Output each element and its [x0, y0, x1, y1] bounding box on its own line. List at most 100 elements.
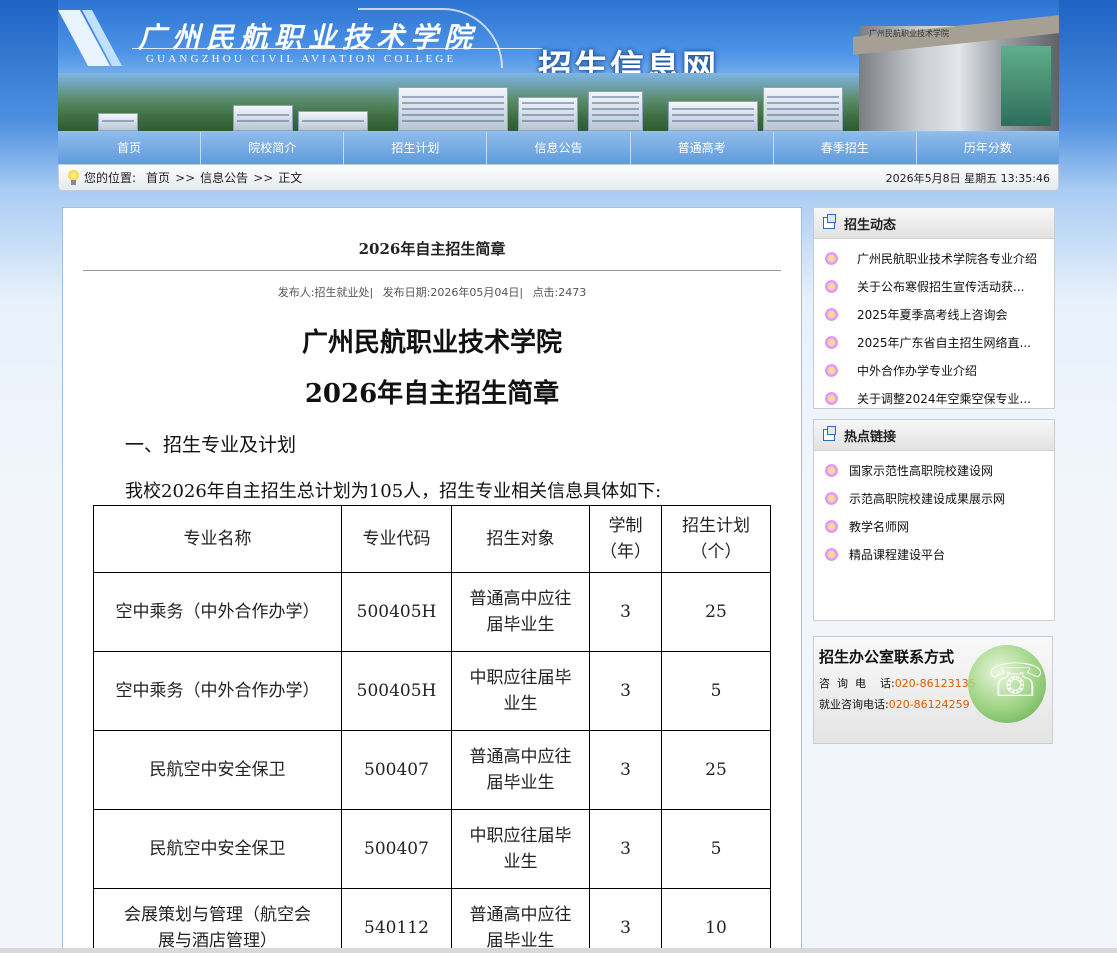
- news-link[interactable]: 关于调整2024年空乘空保专业...: [857, 390, 1031, 407]
- table-header-row: 专业名称 专业代码 招生对象 学制（年） 招生计划（个）: [93, 505, 771, 573]
- breadcrumb-current: 正文: [278, 171, 303, 185]
- flower-bullet-icon: [824, 335, 839, 350]
- flower-bullet-icon: [824, 251, 839, 266]
- table-header: 学制（年）: [589, 505, 662, 573]
- document-subheading: 2026年自主招生简章: [304, 379, 560, 409]
- news-panel: 招生动态 广州民航职业技术学院各专业介绍 关于公布寒假招生宣传活动获... 20…: [813, 207, 1055, 409]
- news-link[interactable]: 2025年夏季高考线上咨询会: [857, 306, 1008, 323]
- main-nav: 首页 院校简介 招生计划 信息公告 普通高考 春季招生 历年分数: [58, 131, 1059, 164]
- table-cell: 民航空中安全保卫: [93, 809, 342, 889]
- hot-link[interactable]: 示范高职院校建设成果展示网: [849, 490, 1005, 507]
- nav-home[interactable]: 首页: [58, 132, 202, 164]
- hot-links-panel: 热点链接 国家示范性高职院校建设网 示范高职院校建设成果展示网 教学名师网 精品…: [813, 419, 1055, 621]
- flower-bullet-icon: [824, 307, 839, 322]
- window-icon: [823, 214, 836, 229]
- table-cell: 民航空中安全保卫: [93, 730, 342, 810]
- current-datetime: 2026年5月8日 星期五 13:35:46: [885, 171, 1050, 185]
- list-item: 教学名师网: [824, 512, 1054, 540]
- breadcrumb-separator: >>: [175, 170, 196, 185]
- news-link[interactable]: 中外合作办学专业介绍: [857, 362, 977, 379]
- article-publisher: 发布人:招生就业处|: [277, 286, 374, 299]
- contact-phone-number: 020-86123135: [894, 677, 976, 690]
- table-cell: 中职应往届毕业生: [451, 809, 590, 889]
- table-cell: 空中乘务（中外合作办学）: [93, 651, 342, 731]
- news-panel-header: 招生动态: [814, 208, 1054, 239]
- hot-links-header: 热点链接: [814, 420, 1054, 451]
- flower-bullet-icon: [824, 491, 839, 506]
- news-link[interactable]: 广州民航职业技术学院各专业介绍: [857, 250, 1037, 267]
- window-icon: [823, 426, 836, 441]
- article-date: 发布日期:2026年05月04日|: [382, 286, 524, 299]
- list-item: 2025年广东省自主招生网络直...: [824, 328, 1054, 356]
- gate-label: 广州民航职业技术学院: [869, 29, 949, 38]
- table-cell: 3: [589, 809, 662, 889]
- hot-link[interactable]: 教学名师网: [849, 518, 909, 535]
- table-row: 空中乘务（中外合作办学） 500405H 中职应往届毕业生 3 5: [93, 651, 771, 731]
- table-header: 招生计划（个）: [661, 505, 771, 573]
- flower-bullet-icon: [824, 363, 839, 378]
- intro-paragraph: 我校2026年自主招生总计划为105人，招生专业相关信息具体如下:: [125, 481, 662, 502]
- enrollment-table: 专业名称 专业代码 招生对象 学制（年） 招生计划（个） 空中乘务（中外合作办学…: [93, 505, 771, 952]
- nav-spring[interactable]: 春季招生: [773, 132, 917, 164]
- table-row: 民航空中安全保卫 500407 普通高中应往届毕业生 3 25: [93, 730, 771, 810]
- breadcrumb: 您的位置: 首页 >> 信息公告 >> 正文 2026年5月8日 星期五 13:…: [58, 164, 1059, 191]
- table-cell: 3: [589, 651, 662, 731]
- table-cell: 3: [589, 730, 662, 810]
- table-row: 民航空中安全保卫 500407 中职应往届毕业生 3 5: [93, 809, 771, 889]
- location-label: 您的位置:: [84, 171, 137, 185]
- college-logo-icon: [58, 10, 122, 66]
- flower-bullet-icon: [824, 547, 839, 562]
- lightbulb-icon: [67, 169, 79, 186]
- list-item: 广州民航职业技术学院各专业介绍: [824, 244, 1054, 272]
- table-cell: 普通高中应往届毕业生: [451, 888, 590, 952]
- nav-gaokao[interactable]: 普通高考: [630, 132, 774, 164]
- nav-notices[interactable]: 信息公告: [487, 132, 631, 164]
- article-clicks: 点击:2473: [532, 286, 587, 299]
- table-cell: 500405H: [341, 572, 452, 652]
- news-link[interactable]: 关于公布寒假招生宣传活动获...: [857, 278, 1024, 295]
- nav-scores[interactable]: 历年分数: [916, 132, 1059, 164]
- article-title: 2026年自主招生简章: [358, 240, 506, 258]
- table-cell: 3: [589, 572, 662, 652]
- horizontal-scrollbar[interactable]: [0, 948, 1117, 953]
- hot-links-title: 热点链接: [844, 429, 897, 445]
- list-item: 精品课程建设平台: [824, 540, 1054, 568]
- nav-about[interactable]: 院校简介: [201, 132, 345, 164]
- list-item: 国家示范性高职院校建设网: [824, 456, 1054, 484]
- article-panel: 2026年自主招生简章 发布人:招生就业处| 发布日期:2026年05月04日|…: [62, 207, 802, 953]
- table-row: 会展策划与管理（航空会展与酒店管理） 540112 普通高中应往届毕业生 3 1…: [93, 888, 771, 952]
- table-cell: 10: [661, 888, 771, 952]
- list-item: 示范高职院校建设成果展示网: [824, 484, 1054, 512]
- news-panel-title: 招生动态: [844, 217, 897, 233]
- list-item: 2025年夏季高考线上咨询会: [824, 300, 1054, 328]
- breadcrumb-notices[interactable]: 信息公告: [200, 169, 248, 186]
- nav-plan[interactable]: 招生计划: [344, 132, 488, 164]
- news-link[interactable]: 2025年广东省自主招生网络直...: [857, 334, 1031, 351]
- table-cell: 500407: [341, 730, 452, 810]
- site-banner: 广州民航职业技术学院 GUANGZHOU CIVIL AVIATION COLL…: [58, 0, 1059, 131]
- table-cell: 3: [589, 888, 662, 952]
- table-cell: 空中乘务（中外合作办学）: [93, 572, 342, 652]
- table-header: 招生对象: [451, 505, 590, 573]
- breadcrumb-separator: >>: [253, 170, 274, 185]
- hot-link[interactable]: 国家示范性高职院校建设网: [849, 462, 993, 479]
- hot-link[interactable]: 精品课程建设平台: [849, 546, 945, 563]
- table-row: 空中乘务（中外合作办学） 500405H 普通高中应往届毕业生 3 25: [93, 572, 771, 652]
- flower-bullet-icon: [824, 279, 839, 294]
- table-cell: 5: [661, 651, 771, 731]
- list-item: 关于公布寒假招生宣传活动获...: [824, 272, 1054, 300]
- table-cell: 540112: [341, 888, 452, 952]
- contact-panel: 招生办公室联系方式 咨 询 电 话:020-86123135 就业咨询电话:02…: [813, 636, 1053, 744]
- flower-bullet-icon: [824, 463, 839, 478]
- contact-phone-label: 咨 询 电 话:: [819, 677, 895, 690]
- table-header: 专业代码: [341, 505, 452, 573]
- breadcrumb-home[interactable]: 首页: [146, 169, 170, 186]
- list-item: 中外合作办学专业介绍: [824, 356, 1054, 384]
- campus-gate-photo: 广州民航职业技术学院: [853, 15, 1059, 131]
- job-phone-label: 就业咨询电话:: [819, 698, 889, 711]
- table-cell: 500405H: [341, 651, 452, 731]
- job-phone-number: 020-86124259: [888, 698, 970, 711]
- table-cell: 25: [661, 730, 771, 810]
- table-cell: 500407: [341, 809, 452, 889]
- table-cell: 普通高中应往届毕业生: [451, 730, 590, 810]
